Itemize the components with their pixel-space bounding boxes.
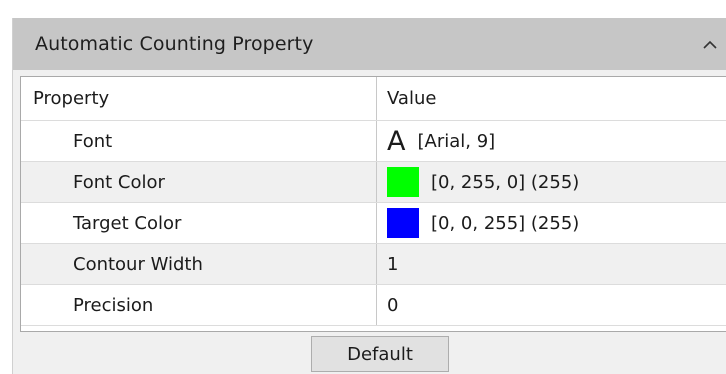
column-header-value: Value [387,88,437,109]
property-row-target-color[interactable]: Target Color [0, 0, 255] (255) [21,203,726,244]
property-value-cell[interactable]: A [Arial, 9] [377,121,726,161]
property-row-font-color[interactable]: Font Color [0, 255, 0] (255) [21,162,726,203]
property-row-contour-width[interactable]: Contour Width 1 [21,244,726,285]
property-grid: Property Value Font A [Arial, 9] Font Co… [20,76,726,332]
column-header-property: Property [21,77,377,120]
property-value: [Arial, 9] [417,130,496,152]
font-glyph-icon: A [387,125,406,157]
property-value-cell[interactable]: 0 [377,285,726,325]
chevron-up-icon[interactable] [699,33,721,55]
property-name: Precision [21,285,377,325]
property-row-precision[interactable]: Precision 0 [21,285,726,326]
target-color-swatch [387,208,419,238]
panel-title: Automatic Counting Property [35,33,314,55]
panel-header[interactable]: Automatic Counting Property [13,18,726,70]
property-value-cell[interactable]: [0, 0, 255] (255) [377,203,726,243]
property-value: [0, 255, 0] (255) [431,171,580,193]
default-button[interactable]: Default [311,336,449,372]
property-value: [0, 0, 255] (255) [431,212,580,234]
automatic-counting-property-panel: Automatic Counting Property Property Val… [12,18,726,374]
property-name: Font [21,121,377,161]
grid-header-row: Property Value [21,77,726,121]
property-name: Target Color [21,203,377,243]
property-value-cell[interactable]: 1 [377,244,726,284]
property-name: Font Color [21,162,377,202]
property-row-font[interactable]: Font A [Arial, 9] [21,121,726,162]
font-color-swatch [387,167,419,197]
property-value-cell[interactable]: [0, 255, 0] (255) [377,162,726,202]
property-name: Contour Width [21,244,377,284]
